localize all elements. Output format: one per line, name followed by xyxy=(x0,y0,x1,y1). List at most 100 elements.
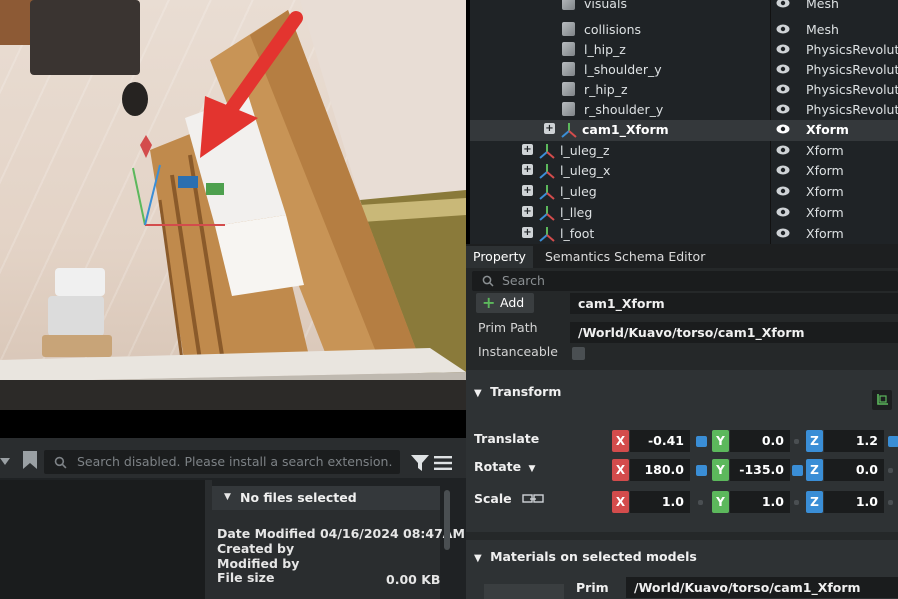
tree-row[interactable]: r_hip_z PhysicsRevolute xyxy=(470,80,898,101)
transform-section: ▼ Transform Translate X -0.41 Y 0.0 Z 1.… xyxy=(466,370,898,532)
frame-icon xyxy=(877,394,888,405)
prim-path-field[interactable]: /World/Kuavo/torso/cam1_Xform xyxy=(570,322,898,343)
viewport[interactable] xyxy=(0,0,466,410)
details-header[interactable]: ▼ No files selected xyxy=(212,486,440,510)
eye-icon[interactable] xyxy=(776,164,790,176)
translate-z-key[interactable] xyxy=(888,436,898,447)
filter-icon[interactable] xyxy=(410,454,430,472)
scale-x-axis[interactable]: X xyxy=(612,491,629,513)
scale-z-field[interactable]: 1.0 xyxy=(824,491,884,513)
rotate-label[interactable]: Rotate ▼ xyxy=(474,459,535,474)
plus-icon: + xyxy=(482,293,496,312)
expand-icon[interactable]: + xyxy=(522,185,533,196)
tree-row[interactable]: + l_uleg_z Xform xyxy=(470,141,898,162)
expand-icon[interactable]: + xyxy=(522,144,533,155)
property-search-input[interactable]: Search xyxy=(472,271,898,291)
rotate-z-axis[interactable]: Z xyxy=(806,459,823,481)
translate-x-axis[interactable]: X xyxy=(612,430,629,452)
translate-z-field[interactable]: 1.2 xyxy=(824,430,884,452)
search-icon xyxy=(54,456,67,469)
materials-prim-field[interactable]: /World/Kuavo/torso/cam1_Xform xyxy=(626,577,898,598)
scale-y-key[interactable] xyxy=(794,500,799,505)
rotate-y-key[interactable] xyxy=(792,465,803,476)
folder-tree-pane[interactable] xyxy=(0,480,205,599)
rotate-y-field[interactable]: -135.0 xyxy=(730,459,790,481)
tab-property[interactable]: Property xyxy=(466,246,533,268)
dropdown-arrow-icon: ▼ xyxy=(528,464,536,474)
tree-row[interactable]: l_hip_z PhysicsRevolute xyxy=(470,40,898,61)
mesh-icon xyxy=(562,22,575,36)
eye-icon[interactable] xyxy=(776,43,790,55)
transform-options-button[interactable] xyxy=(872,390,892,410)
instanceable-checkbox[interactable] xyxy=(572,347,585,360)
rotate-z-key[interactable] xyxy=(888,468,893,473)
scale-x-key[interactable] xyxy=(698,500,703,505)
expand-icon[interactable]: + xyxy=(522,206,533,217)
scale-z-key[interactable] xyxy=(888,500,893,505)
tab-semantics-schema-editor[interactable]: Semantics Schema Editor xyxy=(538,246,712,268)
tree-row[interactable]: + l_foot Xform xyxy=(470,224,898,245)
eye-icon[interactable] xyxy=(776,23,790,35)
material-thumbnail xyxy=(484,584,564,599)
rotate-y-axis[interactable]: Y xyxy=(712,459,729,481)
tree-row[interactable]: l_shoulder_y PhysicsRevolute xyxy=(470,60,898,81)
rotate-x-axis[interactable]: X xyxy=(612,459,629,481)
tree-row[interactable]: r_shoulder_y PhysicsRevolute xyxy=(470,100,898,121)
dropdown-arrow-icon[interactable] xyxy=(0,456,10,468)
scale-z-axis[interactable]: Z xyxy=(806,491,823,513)
bookmark-icon[interactable] xyxy=(22,450,38,470)
translate-label: Translate xyxy=(474,431,540,446)
scale-x-field[interactable]: 1.0 xyxy=(630,491,690,513)
mesh-icon xyxy=(562,0,575,10)
scale-label: Scale xyxy=(474,491,544,506)
expand-icon[interactable]: + xyxy=(544,123,555,134)
xform-icon xyxy=(539,227,555,242)
scale-y-field[interactable]: 1.0 xyxy=(730,491,790,513)
translate-x-field[interactable]: -0.41 xyxy=(630,430,690,452)
eye-icon[interactable] xyxy=(776,83,790,95)
joint-icon xyxy=(562,42,575,56)
translate-y-key[interactable] xyxy=(794,439,799,444)
content-browser: Search disabled. Please install a search… xyxy=(0,438,466,599)
tree-row[interactable]: visuals Mesh xyxy=(470,0,898,15)
menu-icon[interactable] xyxy=(434,456,452,470)
rotate-x-field[interactable]: 180.0 xyxy=(630,459,690,481)
expand-icon[interactable]: + xyxy=(522,164,533,175)
content-search-input[interactable]: Search disabled. Please install a search… xyxy=(44,450,400,474)
eye-icon[interactable] xyxy=(776,185,790,197)
scale-y-axis[interactable]: Y xyxy=(712,491,729,513)
prim-name-field[interactable]: cam1_Xform xyxy=(570,293,898,314)
file-size-label: File size xyxy=(217,570,275,585)
expand-icon[interactable]: + xyxy=(522,227,533,238)
translate-y-axis[interactable]: Y xyxy=(712,430,729,452)
tree-row-selected[interactable]: + cam1_Xform Xform xyxy=(470,120,898,141)
transform-header[interactable]: ▼ Transform xyxy=(474,384,561,399)
eye-icon[interactable] xyxy=(776,63,790,75)
tree-row[interactable]: + l_uleg Xform xyxy=(470,182,898,203)
pane-splitter[interactable] xyxy=(205,480,212,599)
translate-z-axis[interactable]: Z xyxy=(806,430,823,452)
tree-row[interactable]: + l_uleg_x Xform xyxy=(470,161,898,182)
viewport-bottom-bar xyxy=(0,380,466,410)
collapse-arrow-icon: ▼ xyxy=(474,388,482,399)
materials-header[interactable]: ▼ Materials on selected models xyxy=(474,549,697,564)
scene-geometry xyxy=(0,0,466,392)
eye-icon[interactable] xyxy=(776,144,790,156)
scrollbar[interactable] xyxy=(444,490,450,550)
eye-icon[interactable] xyxy=(776,0,790,9)
stage-tree[interactable]: visuals Mesh collisions Mesh l_hip_z Phy… xyxy=(470,0,898,246)
link-scale-icon[interactable] xyxy=(522,493,544,505)
add-button[interactable]: + Add xyxy=(476,293,534,313)
translate-x-key[interactable] xyxy=(696,436,707,447)
eye-icon[interactable] xyxy=(776,123,790,135)
eye-icon[interactable] xyxy=(776,206,790,218)
translate-y-field[interactable]: 0.0 xyxy=(730,430,790,452)
rotate-x-key[interactable] xyxy=(696,465,707,476)
tree-row[interactable]: + l_lleg Xform xyxy=(470,203,898,224)
tree-row[interactable]: collisions Mesh xyxy=(470,20,898,41)
collapse-arrow-icon: ▼ xyxy=(224,492,231,502)
eye-icon[interactable] xyxy=(776,227,790,239)
rotate-z-field[interactable]: 0.0 xyxy=(824,459,884,481)
joint-icon xyxy=(562,102,575,116)
eye-icon[interactable] xyxy=(776,103,790,115)
